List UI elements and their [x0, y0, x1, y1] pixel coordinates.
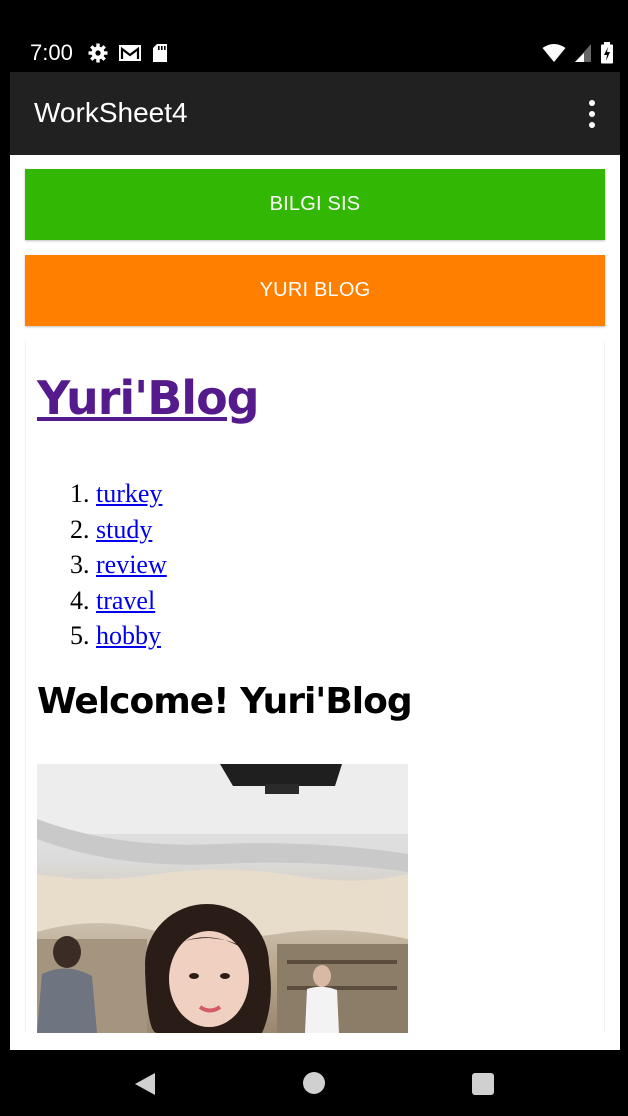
- list-item: 4. travel: [70, 583, 167, 619]
- wifi-icon: [542, 44, 566, 62]
- recents-icon[interactable]: [472, 1073, 494, 1095]
- list-number: 2.: [70, 514, 90, 544]
- more-vert-icon[interactable]: [582, 100, 602, 128]
- menu-link-hobby[interactable]: hobby: [96, 618, 161, 654]
- list-item: 3. review: [70, 547, 167, 583]
- blog-menu-list: 1. turkey 2. study 3. review 4. travel 5…: [70, 476, 167, 654]
- list-item: 2. study: [70, 512, 167, 548]
- status-bar: 7:00: [0, 0, 628, 72]
- menu-link-review[interactable]: review: [96, 547, 167, 583]
- status-time: 7:00: [30, 40, 73, 65]
- home-icon[interactable]: [303, 1072, 325, 1094]
- cell-signal-icon: [575, 44, 591, 62]
- bilgi-sis-button[interactable]: BILGI SIS: [25, 169, 605, 240]
- list-number: 5.: [70, 621, 90, 650]
- menu-link-study[interactable]: study: [96, 512, 152, 548]
- gmail-icon: [119, 45, 141, 61]
- battery-charging-icon: [601, 42, 613, 64]
- main-content: BILGI SIS YURI BLOG Yuri'Blog 1. turkey …: [10, 155, 620, 1050]
- menu-link-travel[interactable]: travel: [96, 583, 155, 619]
- gear-icon: [88, 43, 108, 63]
- app-bar: WorkSheet4: [10, 72, 620, 155]
- status-icons-left: [88, 43, 168, 63]
- yuri-blog-button[interactable]: YURI BLOG: [25, 255, 605, 326]
- list-number: 3.: [70, 550, 90, 579]
- nav-bar: [0, 1050, 628, 1116]
- back-icon[interactable]: [134, 1072, 156, 1096]
- status-icons-right: [542, 42, 614, 64]
- menu-link-turkey[interactable]: turkey: [96, 476, 162, 512]
- welcome-heading: Welcome! Yuri'Blog: [37, 681, 413, 722]
- list-item: 5. hobby: [70, 618, 167, 654]
- list-number: 4.: [70, 585, 90, 615]
- list-number: 1.: [70, 479, 90, 508]
- blog-title-link[interactable]: Yuri'Blog: [37, 371, 260, 425]
- app-title: WorkSheet4: [34, 97, 188, 128]
- profile-photo: [37, 764, 408, 1033]
- sd-card-icon: [153, 44, 167, 62]
- list-item: 1. turkey: [70, 476, 167, 512]
- webview[interactable]: Yuri'Blog 1. turkey 2. study 3. review 4…: [25, 341, 605, 1033]
